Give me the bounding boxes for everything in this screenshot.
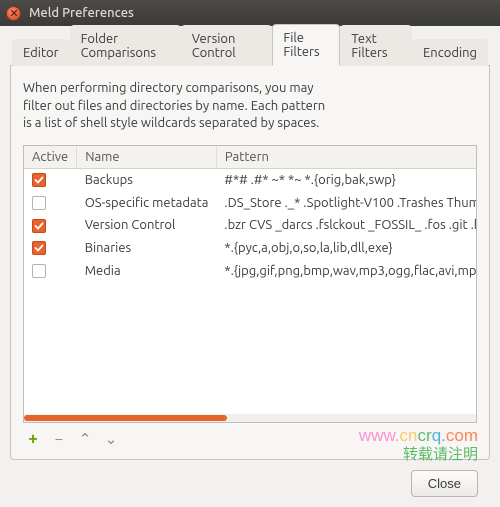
tabbar: Editor Folder Comparisons Version Contro… [10,36,490,66]
active-checkbox[interactable] [32,219,46,233]
filter-name-cell[interactable]: Backups [77,168,217,191]
add-filter-button[interactable]: + [23,429,43,449]
tab-file-filters[interactable]: File Filters [272,24,340,66]
file-filters-pane: When performing directory comparisons, y… [10,66,490,460]
horizontal-scrollbar[interactable] [24,414,476,422]
tab-encoding[interactable]: Encoding [412,39,488,66]
close-button[interactable]: Close [411,470,478,497]
remove-filter-button[interactable]: − [49,429,69,449]
filter-name-cell[interactable]: Media [77,259,217,282]
description-text: When performing directory comparisons, y… [23,80,477,133]
table-row[interactable]: Version Control.bzr CVS _darcs .fslckout… [24,214,477,237]
active-checkbox[interactable] [32,196,46,210]
tab-folder-comparisons[interactable]: Folder Comparisons [70,25,181,66]
dialog-footer: Close [10,460,490,497]
filter-pattern-cell[interactable]: .bzr CVS _darcs .fslckout _FOSSIL_ .fos … [216,214,477,237]
tab-version-control[interactable]: Version Control [181,25,273,66]
table-row[interactable]: Media*.{jpg,gif,png,bmp,wav,mp3,ogg,flac… [24,259,477,282]
window-close-button[interactable] [6,6,21,21]
tab-editor[interactable]: Editor [12,39,70,66]
table-row[interactable]: OS-specific metadata.DS_Store ._* .Spotl… [24,191,477,214]
filter-pattern-cell[interactable]: .DS_Store ._* .Spotlight-V100 .Trashes T… [216,191,477,214]
move-down-button[interactable]: ⌄ [101,429,121,449]
filter-pattern-cell[interactable]: *.{pyc,a,obj,o,so,la,lib,dll,exe} [216,237,477,260]
active-checkbox[interactable] [32,264,46,278]
table-row[interactable]: Backups#*# .#* ~* *~ *.{orig,bak,swp} [24,168,477,191]
filter-name-cell[interactable]: OS-specific metadata [77,191,217,214]
scrollbar-thumb[interactable] [24,415,227,421]
move-up-button[interactable]: ⌃ [75,429,95,449]
titlebar: Meld Preferences [0,0,500,26]
filters-toolbar: + − ⌃ ⌄ [23,423,477,449]
active-checkbox[interactable] [32,241,46,255]
column-header-name[interactable]: Name [77,146,217,169]
tab-text-filters[interactable]: Text Filters [340,25,412,66]
filter-name-cell[interactable]: Version Control [77,214,217,237]
active-checkbox[interactable] [32,173,46,187]
column-header-active[interactable]: Active [24,146,77,169]
filter-pattern-cell[interactable]: #*# .#* ~* *~ *.{orig,bak,swp} [216,168,477,191]
filter-pattern-cell[interactable]: *.{jpg,gif,png,bmp,wav,mp3,ogg,flac,avi,… [216,259,477,282]
column-header-pattern[interactable]: Pattern [216,146,477,169]
filters-table-container: Active Name Pattern Backups#*# .#* ~* *~… [23,145,477,423]
filter-name-cell[interactable]: Binaries [77,237,217,260]
table-row[interactable]: Binaries*.{pyc,a,obj,o,so,la,lib,dll,exe… [24,237,477,260]
filters-table[interactable]: Active Name Pattern Backups#*# .#* ~* *~… [24,146,477,282]
window-title: Meld Preferences [29,6,134,20]
